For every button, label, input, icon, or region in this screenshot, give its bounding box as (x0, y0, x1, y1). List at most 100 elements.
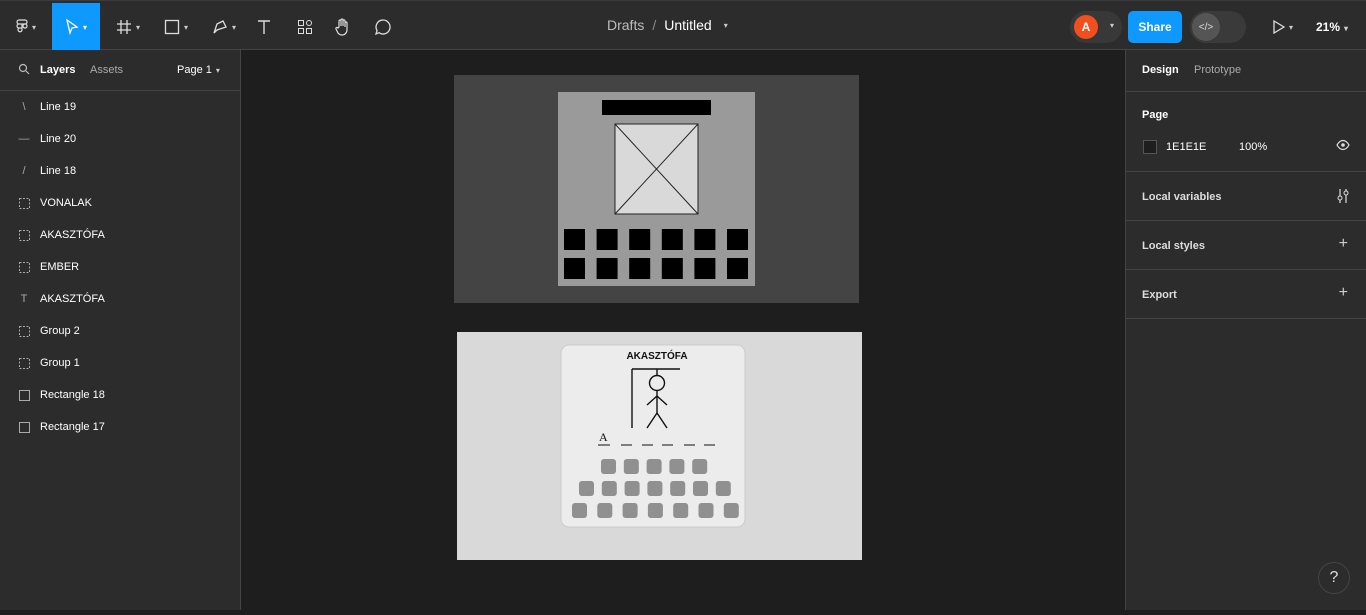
wireframe-key (629, 229, 651, 250)
page-selector[interactable]: Page 1 ▾ (177, 64, 220, 76)
group-icon (18, 261, 30, 273)
hangman-key (646, 459, 662, 474)
layer-label: Line 18 (40, 165, 77, 177)
add-export-plus-icon[interactable]: + (1339, 284, 1348, 302)
layer-row[interactable]: AKASZTÓFA (0, 219, 240, 251)
layer-label: Rectangle 18 (40, 389, 105, 401)
wireframe-key (596, 229, 618, 250)
cursor-icon (66, 19, 79, 35)
line-icon: — (18, 133, 30, 145)
wireframe-key (727, 229, 748, 250)
layer-row[interactable]: Group 1 (0, 347, 240, 379)
present-button[interactable]: ▾ (1266, 3, 1300, 51)
rectangle-icon (18, 421, 30, 433)
image-placeholder-icon (614, 123, 699, 215)
breadcrumb-drafts[interactable]: Drafts (607, 17, 644, 33)
export-title: Export (1142, 289, 1177, 301)
group-icon (18, 229, 30, 241)
local-variables-title: Local variables (1142, 191, 1222, 203)
wireframe-key (629, 258, 651, 279)
layer-row[interactable]: Rectangle 18 (0, 379, 240, 411)
breadcrumb: Drafts / Untitled ▾ (607, 17, 728, 33)
figma-logo-icon (16, 19, 28, 33)
layer-row[interactable]: T AKASZTÓFA (0, 283, 240, 315)
hangman-key (673, 503, 689, 518)
page-opacity-value[interactable]: 100% (1239, 141, 1267, 153)
page-section-title: Page (1142, 109, 1169, 121)
tab-layers[interactable]: Layers (40, 64, 75, 76)
hangman-key (647, 503, 663, 518)
chevron-down-icon: ▾ (1110, 21, 1115, 30)
left-panel-tabs: Layers Assets Page 1 ▾ (0, 50, 240, 91)
canvas[interactable]: AKASZTÓFA A (241, 50, 1125, 610)
text-icon (258, 20, 270, 34)
layer-label: AKASZTÓFA (40, 229, 105, 241)
wireframe-title-bar (602, 100, 711, 115)
guessed-letter: A (599, 430, 608, 444)
help-button[interactable]: ? (1318, 562, 1350, 594)
play-icon (1273, 20, 1285, 34)
chevron-down-icon: ▾ (82, 22, 87, 32)
wireframe-key (661, 258, 683, 279)
shape-tool-button[interactable]: ▾ (158, 3, 194, 51)
wireframe-key (727, 258, 748, 279)
tab-assets[interactable]: Assets (90, 64, 123, 76)
wireframe-key (564, 258, 585, 279)
rectangle-icon (164, 19, 180, 35)
layer-row[interactable]: VONALAK (0, 187, 240, 219)
frame-tool-button[interactable]: ▾ (110, 3, 146, 51)
layer-row[interactable]: Rectangle 17 (0, 411, 240, 443)
move-tool-button[interactable]: ▾ (52, 3, 100, 51)
page-color-swatch[interactable] (1143, 140, 1157, 154)
top-toolbar: ▾ ▾ ▾ ▾ ▾ Drafts / Untitled ▾ ▾ A Share … (0, 0, 1366, 51)
layer-row[interactable]: \ Line 19 (0, 91, 240, 123)
eye-icon[interactable] (1336, 139, 1350, 154)
chevron-down-icon: ▾ (135, 22, 140, 32)
hangman-key (623, 459, 639, 474)
search-icon[interactable] (18, 63, 30, 78)
local-styles-title: Local styles (1142, 240, 1205, 252)
hangman-key (622, 503, 638, 518)
hangman-key (698, 503, 714, 518)
hangman-key (693, 481, 708, 496)
page-selector-label: Page 1 (177, 64, 212, 76)
hangman-key (624, 481, 640, 496)
zoom-menu[interactable]: 21% ▾ (1316, 20, 1348, 34)
resources-button[interactable] (295, 3, 315, 51)
hangman-frame[interactable]: AKASZTÓFA A (457, 332, 862, 560)
layer-row[interactable]: / Line 18 (0, 155, 240, 187)
comment-icon (374, 19, 391, 36)
variables-icon[interactable] (1337, 188, 1349, 207)
add-style-plus-icon[interactable]: + (1339, 235, 1348, 253)
hangman-key (647, 481, 663, 496)
wireframe-frame[interactable] (454, 75, 859, 303)
avatar[interactable]: A (1074, 15, 1098, 39)
chevron-down-icon: ▾ (215, 66, 220, 75)
local-variables-section: Local variables (1126, 172, 1366, 221)
file-title[interactable]: Untitled (664, 17, 711, 33)
layer-label: Group 2 (40, 325, 80, 337)
chevron-down-icon[interactable]: ▾ (724, 21, 728, 30)
page-color-value[interactable]: 1E1E1E (1166, 141, 1206, 153)
layer-row[interactable]: EMBER (0, 251, 240, 283)
hangman-key (669, 459, 685, 474)
design-panel-tabs: Design Prototype (1126, 50, 1366, 92)
hangman-key (692, 459, 708, 474)
layer-label: VONALAK (40, 197, 92, 209)
pen-tool-button[interactable]: ▾ (206, 3, 242, 51)
share-button[interactable]: Share (1128, 11, 1182, 43)
layer-row[interactable]: Group 2 (0, 315, 240, 347)
hand-icon (335, 18, 348, 36)
dev-mode-toggle[interactable]: </> (1190, 11, 1246, 43)
layer-row[interactable]: — Line 20 (0, 123, 240, 155)
hand-tool-button[interactable] (333, 3, 353, 51)
tab-prototype[interactable]: Prototype (1194, 64, 1241, 76)
comment-tool-button[interactable] (373, 3, 393, 51)
group-icon (18, 357, 30, 369)
layers-panel: Layers Assets Page 1 ▾ \ Line 19 — Line 20 / L… (0, 50, 241, 610)
chevron-down-icon: ▾ (1288, 22, 1293, 32)
figma-menu-button[interactable]: ▾ (8, 3, 44, 51)
tab-design[interactable]: Design (1142, 64, 1179, 76)
wireframe-key (694, 229, 716, 250)
text-tool-button[interactable] (254, 3, 274, 51)
